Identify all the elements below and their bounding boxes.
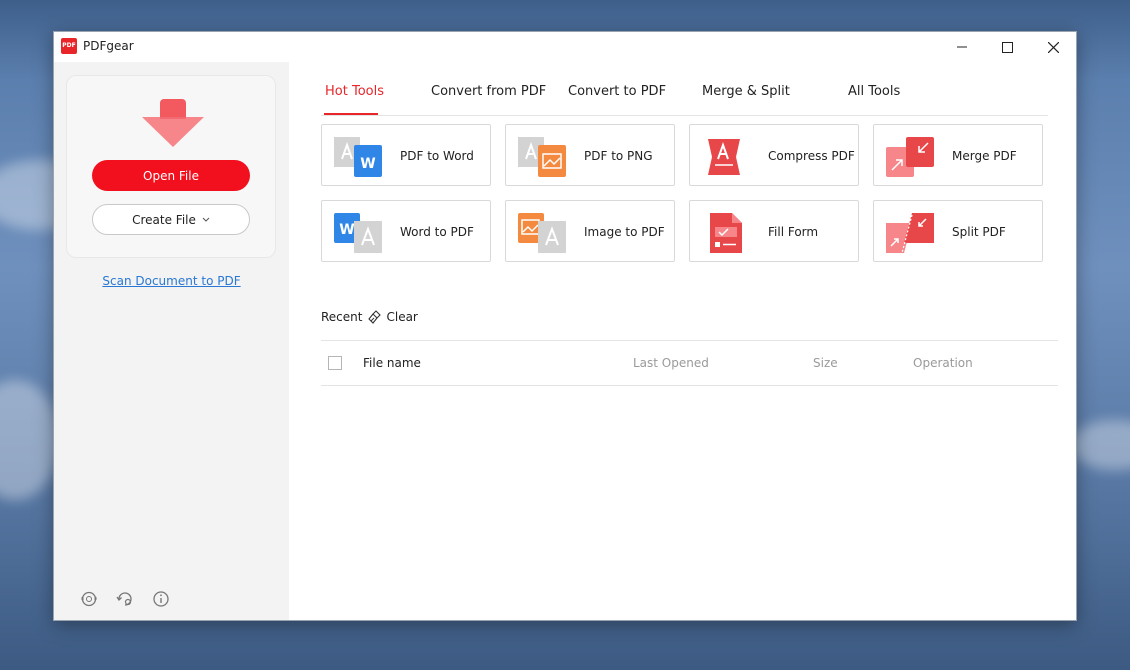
- minimize-icon: [956, 46, 967, 48]
- clear-recent-button[interactable]: Clear: [368, 310, 418, 324]
- tool-label: Split PDF: [952, 225, 1006, 239]
- svg-text:W: W: [339, 222, 354, 238]
- recent-label: Recent: [321, 310, 363, 324]
- sidebar-bottom-icons: [78, 588, 172, 610]
- column-file-name[interactable]: File name: [363, 356, 421, 370]
- download-arrow-icon: [142, 99, 204, 147]
- tool-pdf-to-word[interactable]: W PDF to Word: [321, 124, 491, 186]
- select-all-checkbox[interactable]: [328, 356, 342, 370]
- main-panel: Hot Tools Convert from PDF Convert to PD…: [289, 62, 1076, 620]
- maximize-button[interactable]: [985, 32, 1030, 62]
- column-operation: Operation: [913, 356, 973, 370]
- tab-convert-from-pdf[interactable]: Convert from PDF: [431, 84, 546, 99]
- split-pdf-icon: [886, 213, 934, 253]
- history-icon[interactable]: [114, 588, 136, 610]
- window-title: PDFgear: [83, 39, 134, 53]
- tab-merge-split[interactable]: Merge & Split: [702, 84, 790, 99]
- app-window: PDF PDFgear Open File Create File Scan D…: [53, 31, 1077, 621]
- tab-hot-tools[interactable]: Hot Tools: [325, 84, 384, 99]
- tool-compress-pdf[interactable]: Compress PDF: [689, 124, 859, 186]
- tool-label: Image to PDF: [584, 225, 665, 239]
- pdf-to-word-icon: W: [334, 137, 382, 177]
- recent-header: Recent Clear: [321, 310, 418, 324]
- broom-icon: [368, 310, 382, 324]
- close-button[interactable]: [1031, 32, 1076, 62]
- recent-files-table-header: File name Last Opened Size Operation: [321, 340, 1058, 386]
- tool-label: PDF to PNG: [584, 149, 653, 163]
- app-logo-icon: PDF: [61, 38, 77, 54]
- tool-word-to-pdf[interactable]: W Word to PDF: [321, 200, 491, 262]
- tool-label: PDF to Word: [400, 149, 474, 163]
- column-last-opened[interactable]: Last Opened: [633, 356, 709, 370]
- tool-pdf-to-png[interactable]: PDF to PNG: [505, 124, 675, 186]
- clear-label: Clear: [386, 310, 418, 324]
- tool-image-to-pdf[interactable]: Image to PDF: [505, 200, 675, 262]
- tool-fill-form[interactable]: Fill Form: [689, 200, 859, 262]
- tab-convert-to-pdf[interactable]: Convert to PDF: [568, 84, 666, 99]
- desktop-cloud: [0, 380, 60, 500]
- column-size[interactable]: Size: [813, 356, 838, 370]
- active-tab-indicator: [324, 113, 378, 115]
- tool-label: Merge PDF: [952, 149, 1017, 163]
- info-icon[interactable]: [150, 588, 172, 610]
- tool-tabs: Hot Tools Convert from PDF Convert to PD…: [321, 62, 1048, 116]
- create-file-label: Create File: [132, 212, 196, 227]
- fill-form-icon: [710, 213, 742, 253]
- open-file-button[interactable]: Open File: [92, 160, 250, 191]
- tool-label: Fill Form: [768, 225, 819, 239]
- tab-all-tools[interactable]: All Tools: [848, 84, 900, 99]
- desktop-cloud: [1070, 420, 1130, 470]
- close-icon: [1048, 41, 1059, 53]
- tool-split-pdf[interactable]: Split PDF: [873, 200, 1043, 262]
- compress-pdf-icon: [708, 139, 740, 175]
- tool-merge-pdf[interactable]: Merge PDF: [873, 124, 1043, 186]
- svg-text:W: W: [360, 156, 375, 172]
- create-file-button[interactable]: Create File: [92, 204, 250, 235]
- open-file-card: Open File Create File: [66, 75, 276, 258]
- word-to-pdf-icon: W: [334, 213, 382, 253]
- minimize-button[interactable]: [939, 32, 984, 62]
- chevron-down-icon: [202, 217, 210, 222]
- sidebar: Open File Create File Scan Document to P…: [54, 62, 289, 620]
- open-file-label: Open File: [143, 168, 199, 183]
- merge-pdf-icon: [886, 137, 934, 177]
- pdf-to-png-icon: [518, 137, 566, 177]
- scan-document-link[interactable]: Scan Document to PDF: [54, 274, 289, 288]
- tool-label: Word to PDF: [400, 225, 474, 239]
- support-icon[interactable]: [78, 588, 100, 610]
- tool-label: Compress PDF: [768, 149, 855, 163]
- maximize-icon: [1002, 41, 1013, 53]
- image-to-pdf-icon: [518, 213, 566, 253]
- title-bar[interactable]: PDF PDFgear: [54, 32, 1076, 62]
